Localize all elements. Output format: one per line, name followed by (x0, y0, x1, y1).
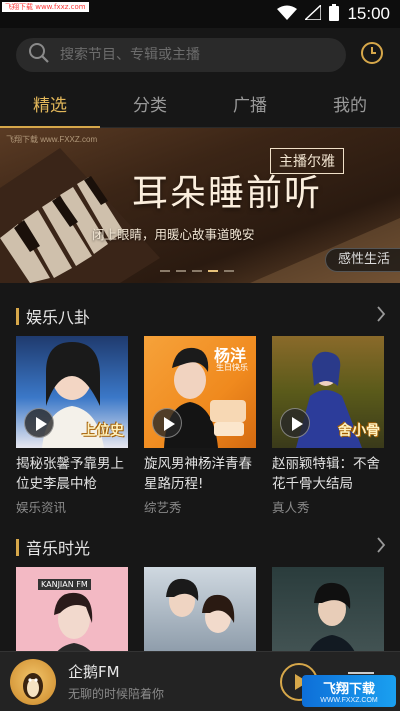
penguin-avatar-icon[interactable] (10, 658, 56, 705)
tab-bar: 精选 分类 广播 我的 (0, 86, 400, 128)
play-button[interactable] (280, 408, 310, 438)
card-title: 赵丽颖特辑：不舍花千骨大结局 (272, 456, 380, 492)
section-title: 音乐时光 (26, 539, 91, 558)
pagination-dot[interactable] (192, 270, 202, 272)
program-card[interactable]: 杨洋 生日快乐 旋风男神杨洋青春星路历程! 综艺秀 (144, 336, 256, 516)
pagination-dot[interactable] (224, 270, 234, 272)
section-title: 娱乐八卦 (26, 308, 91, 327)
search-box[interactable] (16, 38, 346, 72)
tab-radio[interactable]: 广播 (200, 86, 300, 127)
tab-mine[interactable]: 我的 (300, 86, 400, 127)
thumbnail-caption: 舍小骨 (338, 423, 380, 439)
section-accent-bar (16, 307, 19, 325)
thumbnail-caption: KANJIAN FM (38, 579, 91, 590)
card-category: 综艺秀 (144, 500, 182, 515)
program-thumbnail: 舍小骨 (272, 336, 384, 448)
banner-title: 耳朵睡前听 (132, 173, 323, 214)
status-bar: 飞翔下载 www.fxxz.com 15:00 (0, 0, 400, 28)
chevron-right-icon[interactable] (376, 306, 386, 326)
program-card[interactable]: 舍小骨 赵丽颖特辑：不舍花千骨大结局 真人秀 (272, 336, 384, 516)
bottom-watermark: 飞翔下载 WWW.FXXZ.COM (302, 675, 396, 707)
watermark-line2: WWW.FXXZ.COM (320, 697, 378, 704)
tab-featured[interactable]: 精选 (0, 86, 100, 128)
card-title: 揭秘张馨予靠男上位史李晨中枪 (16, 456, 124, 492)
program-thumbnail: 杨洋 生日快乐 (144, 336, 256, 448)
program-card[interactable]: 上位史 揭秘张馨予靠男上位史李晨中枪 娱乐资讯 (16, 336, 128, 516)
status-time: 15:00 (347, 4, 390, 23)
card-category: 娱乐资讯 (16, 500, 67, 515)
banner-subtitle: 闭上眼睛，用暖心故事道晚安 (92, 227, 255, 242)
pagination-dot-active[interactable] (208, 270, 218, 272)
card-title: 旋风男神杨洋青春星路历程! (144, 456, 252, 492)
banner-watermark: 飞翔下载 www.FXXZ.com (6, 135, 98, 144)
mini-player[interactable]: 企鹅FM 无聊的时候陪着你 飞翔下载 WWW.FXXZ.COM (0, 651, 400, 711)
chevron-right-icon[interactable] (376, 537, 386, 557)
banner-pagination (160, 270, 234, 272)
battery-icon (329, 3, 340, 25)
banner-category-label[interactable]: 感性生活 (324, 248, 400, 272)
section-header-entertainment[interactable]: 娱乐八卦 (16, 304, 386, 328)
tab-categories[interactable]: 分类 (100, 86, 200, 127)
section-accent-bar (16, 538, 19, 556)
history-clock-icon[interactable] (360, 41, 384, 69)
pagination-dot[interactable] (160, 270, 170, 272)
search-icon (28, 42, 50, 68)
player-description: 无聊的时候陪着你 (68, 687, 165, 701)
wifi-icon (277, 5, 298, 24)
program-thumbnail: 上位史 (16, 336, 128, 448)
player-title: 企鹅FM (68, 663, 120, 681)
player-info: 企鹅FM 无聊的时候陪着你 (68, 661, 164, 702)
section-cards-entertainment: 上位史 揭秘张馨予靠男上位史李晨中枪 娱乐资讯 杨洋 生日快乐 旋风男神杨洋青春… (16, 336, 386, 516)
thumbnail-subcaption: 生日快乐 (216, 363, 248, 372)
promo-banner[interactable]: 飞翔下载 www.FXXZ.com 主播尔雅 耳朵睡前听 闭上眼睛，用暖心故事道… (0, 128, 400, 283)
search-row (16, 38, 384, 72)
watermark-line1: 飞翔下载 (322, 682, 375, 697)
thumbnail-caption: 上位史 (82, 423, 124, 439)
watermark-top: 飞翔下载 www.fxxz.com (2, 2, 89, 12)
play-button[interactable] (24, 408, 54, 438)
play-button[interactable] (152, 408, 182, 438)
section-header-music[interactable]: 音乐时光 (16, 535, 386, 559)
signal-icon (303, 2, 323, 24)
search-input[interactable] (60, 47, 320, 63)
pagination-dot[interactable] (176, 270, 186, 272)
card-category: 真人秀 (272, 500, 310, 515)
